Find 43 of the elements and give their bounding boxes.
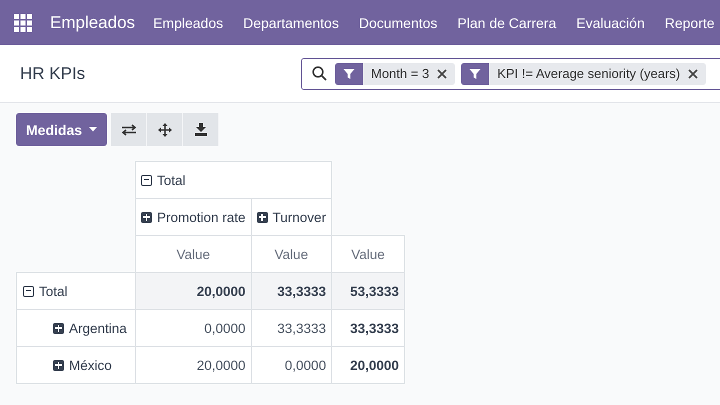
table-cell: 20,0000 [332, 346, 404, 384]
row-header[interactable]: Total [16, 272, 136, 310]
download-icon [194, 123, 207, 136]
table-cell: 33,3333 [251, 272, 332, 310]
filter-icon [343, 68, 355, 80]
menu-item[interactable]: Reporte [664, 14, 715, 30]
apps-menu-icon[interactable] [14, 14, 32, 32]
table-cell: 20,0000 [136, 272, 252, 310]
measure-header: Value [251, 236, 332, 272]
column-header[interactable]: Promotion rate [136, 198, 252, 236]
table-cell: 53,3333 [332, 272, 404, 310]
flip-axis-button[interactable] [111, 113, 148, 146]
row-header[interactable]: Argentina [16, 310, 136, 346]
menu-item[interactable]: Documentos [358, 14, 438, 30]
close-icon[interactable] [688, 68, 698, 78]
expand-all-button[interactable] [147, 113, 184, 146]
breadcrumb: HR KPIs [20, 64, 86, 84]
filter-facet: KPI != Average seniority (years) [496, 66, 682, 81]
table-cell: 33,3333 [332, 310, 404, 346]
menu-item[interactable]: Evaluación [576, 14, 645, 30]
measure-header: Value [136, 236, 252, 272]
measure-header: Value [332, 236, 404, 272]
search-field[interactable]: Month = 3 KPI != Average seniority (years) [301, 58, 720, 90]
caret-icon [89, 127, 98, 132]
menu-item[interactable]: Plan de Carrera [457, 14, 556, 30]
menu-item[interactable]: Empleados [153, 14, 224, 30]
column-header[interactable]: Total [136, 162, 332, 198]
download-button[interactable] [183, 113, 220, 146]
app-name[interactable]: Empleados [50, 12, 136, 32]
search-icon [312, 66, 327, 81]
measures-button[interactable]: Medidas [16, 113, 108, 146]
filter-facet: Month = 3 [370, 66, 430, 81]
row-header[interactable]: México [16, 346, 136, 384]
filter-icon [469, 68, 482, 80]
table-cell: 0,0000 [136, 310, 252, 346]
column-header[interactable]: Turnover [251, 198, 332, 236]
arrows-icon [120, 124, 137, 136]
table-cell: 20,0000 [136, 346, 252, 384]
move-icon [158, 122, 172, 136]
close-icon[interactable] [437, 68, 448, 78]
menu-item[interactable]: Departamentos [243, 14, 339, 30]
table-cell: 33,3333 [251, 310, 332, 346]
table-cell: 0,0000 [251, 346, 332, 384]
